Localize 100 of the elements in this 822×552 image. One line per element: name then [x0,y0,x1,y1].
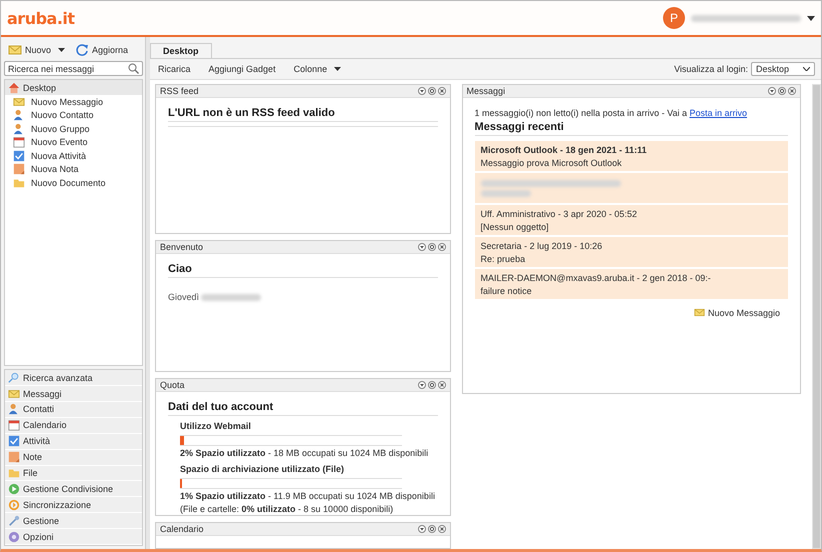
play-circle-icon [8,482,20,495]
collapse-icon[interactable] [418,243,426,252]
nav-item[interactable]: Gestione Condivisione [5,481,142,498]
close-icon[interactable] [438,381,446,389]
gadget-title: RSS feed [160,86,199,96]
redacted-subject [480,190,531,196]
tree-item[interactable]: Nuovo Messaggio [5,95,142,108]
note-icon [13,163,25,176]
tree-item[interactable]: Nuovo Gruppo [5,122,142,136]
gadget-heading: Dati del tuo account [168,401,438,416]
close-icon[interactable] [438,87,446,95]
search-field[interactable]: Ricerca nei messaggi [4,61,143,76]
gadget-title: Calendario [160,524,204,534]
nav-label: Attività [23,436,50,446]
refresh-icon [75,43,90,57]
quota-summary: 2% Spazio utilizzato - 18 MB occupati su 1024 MB disponibili [180,449,430,459]
nav-item[interactable]: Messaggi [5,386,142,402]
message-header: Secretaria - 2 lug 2019 - 10:26 [480,240,604,250]
logo: aruba.it [7,8,75,28]
folder-icon [13,176,25,189]
tree-item[interactable]: Nuovo Evento [5,136,142,149]
message-subject: Messaggio prova Microsoft Outlook [480,158,623,168]
close-icon[interactable] [438,243,446,252]
inbox-link[interactable]: Posta in arrivo [689,108,748,118]
gadget-title: Benvenuto [160,242,204,252]
tree-label: Nuovo Gruppo [31,124,90,134]
nav-label: File [23,468,38,478]
toolbar-button[interactable]: Colonne [294,64,342,74]
nav-label: Contatti [23,404,54,414]
unread-notice: 1 messaggio(i) non letto(i) nella posta in arrivo - Vai a Posta in arrivo [474,108,748,118]
nav-label: Opzioni [23,532,54,542]
nav-label: Messaggi [23,388,62,399]
gadget-heading: Ciao [168,263,438,278]
refresh-icon[interactable] [428,87,436,95]
nav-label: Gestione Condivisione [23,484,114,494]
refresh-button[interactable]: Aggiorna [75,43,128,57]
gadget-heading: L'URL non è un RSS feed valido [168,107,438,122]
gadget-heading: Messaggi recenti [474,121,788,136]
chevron-icon [803,67,810,71]
tree-label: Desktop [23,82,56,92]
login-view-label: Visualizza al login: [674,64,748,74]
nav-item[interactable]: Gestione [5,513,142,530]
tree-item[interactable]: Nuovo Documento [5,176,142,190]
envelope-icon [8,388,20,400]
tree-label: Nuova Attività [31,150,86,161]
tree-label: Nuovo Contatto [31,110,94,120]
collapse-icon[interactable] [768,87,776,95]
nav-item[interactable]: Calendario [5,418,142,434]
message-item[interactable]: Microsoft Outlook - 18 gen 2021 - 11:11 Messaggio prova Microsoft Outlook [474,141,788,171]
new-button[interactable]: Nuovo [8,43,66,57]
collapse-icon[interactable] [418,381,426,389]
quota-title: Utilizzo Webmail [180,421,252,431]
nav-item[interactable]: Opzioni [5,529,142,545]
message-header: Uff. Amministrativo - 3 apr 2020 - 05:52 [480,208,638,218]
message-item[interactable]: Uff. Amministrativo - 3 apr 2020 - 05:52 [Nessun oggetto] [474,205,788,235]
tree-label: Nuovo Documento [31,178,106,188]
tree-item[interactable]: Nuova Nota [5,162,142,176]
new-message-button[interactable]: Nuovo Messaggio [694,307,780,318]
tab[interactable]: Desktop [150,43,212,58]
collapse-icon[interactable] [418,87,426,95]
refresh-icon[interactable] [778,87,786,95]
message-subject: Re: prueba [480,254,526,264]
scrollbar[interactable] [812,84,821,549]
close-icon[interactable] [438,525,446,533]
nav-item[interactable]: Contatti [5,402,142,418]
nav-label: Gestione [23,516,60,526]
nav-label: Ricerca avanzata [23,372,93,383]
refresh-icon[interactable] [428,381,436,389]
tree-label: Nuova Nota [31,164,79,174]
search-icon[interactable] [128,63,139,74]
weekday-text: Giovedì [168,292,200,302]
collapse-icon[interactable] [418,525,426,533]
refresh-icon[interactable] [428,525,436,533]
toolbar-button[interactable]: Ricarica [158,64,191,74]
checkbox-icon [8,435,20,448]
close-icon[interactable] [788,87,796,95]
login-view-select[interactable]: Desktop [750,62,815,76]
message-item[interactable]: Secretaria - 2 lug 2019 - 10:26 Re: prueba [474,237,788,267]
nav-item[interactable]: File [5,466,142,482]
envelope-icon [694,307,705,318]
gadget-title: Quota [160,380,185,390]
toolbar-button[interactable]: Aggiungi Gadget [208,64,276,74]
message-header: MAILER-DAEMON@mxavas9.aruba.it - 2 gen 2018 - 09:- [480,272,712,282]
nav-item[interactable]: Note [5,450,142,466]
refresh-icon[interactable] [428,243,436,252]
tree-item[interactable]: Nuova Attività [5,149,142,162]
nav-item[interactable]: Sincronizzazione [5,497,142,514]
tree-item[interactable]: Desktop [5,80,142,95]
message-item[interactable]: MAILER-DAEMON@mxavas9.aruba.it - 2 gen 2018 - 09:- failure notice [474,269,788,299]
quota-detail: (File e cartelle: 0% utilizzato - 8 su 10000 disponibili) [180,504,394,515]
quota-summary: 1% Spazio utilizzato - 11.9 MB occupati su 1024 MB disponibili [180,492,436,502]
tree-label: Nuovo Evento [31,137,88,148]
tree-item[interactable]: Nuovo Contatto [5,108,142,122]
nav-item[interactable]: Ricerca avanzata [5,370,142,386]
nav-item[interactable]: Attività [5,434,142,450]
gadget-title: Messaggi [466,86,506,96]
note-icon [8,451,20,464]
people-icon [13,122,25,135]
calendar-icon [13,136,25,148]
caret-icon[interactable] [807,16,815,20]
